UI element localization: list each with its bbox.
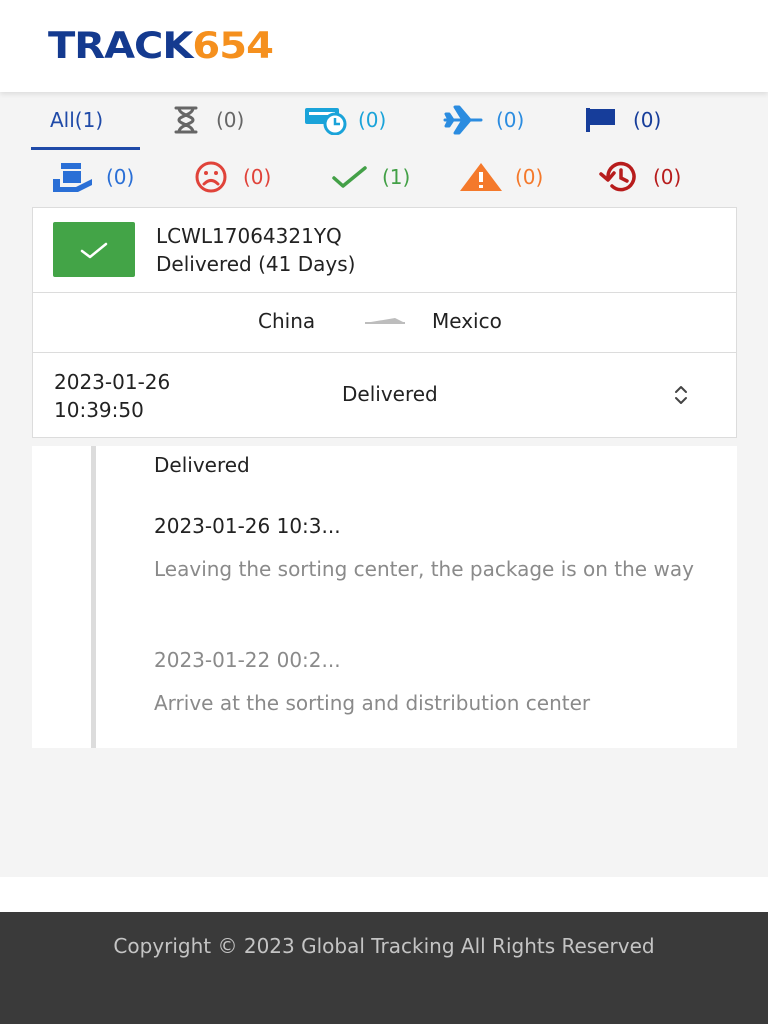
- tab-delivered[interactable]: (1): [330, 154, 410, 200]
- airplane-icon: [443, 105, 483, 135]
- sad-face-icon: [195, 161, 227, 193]
- footer-spacer: [0, 877, 768, 912]
- tracking-timeline[interactable]: Delivered 2023-01-26 10:3... Leaving the…: [32, 446, 737, 748]
- tab-pending[interactable]: (0): [172, 97, 244, 143]
- tab-arrived[interactable]: (0): [585, 97, 661, 143]
- flag-icon: [586, 108, 615, 132]
- tab-undelivered-count: (0): [243, 165, 272, 189]
- timeline-description: Arrive at the sorting and distribution c…: [154, 691, 591, 715]
- latest-event-status: Delivered: [342, 382, 438, 406]
- tab-all[interactable]: All(1): [50, 97, 103, 143]
- hourglass-icon: [174, 106, 198, 134]
- latest-event-time: 10:39:50: [54, 398, 144, 422]
- warning-icon: [460, 163, 502, 191]
- timeline-line: [91, 446, 96, 748]
- tab-in-transit-count: (0): [496, 108, 525, 132]
- history-icon: [599, 161, 636, 192]
- tab-arrived-count: (0): [633, 108, 662, 132]
- tab-pickup-count: (0): [106, 165, 135, 189]
- tab-pending-count: (0): [216, 108, 245, 132]
- delivered-status-badge: [53, 222, 135, 277]
- tab-alert-count: (0): [515, 165, 544, 189]
- check-icon: [332, 166, 367, 188]
- tab-info-received[interactable]: (0): [304, 97, 386, 143]
- check-icon: [80, 242, 108, 258]
- copyright-text: Copyright © 2023 Global Tracking All Rig…: [113, 934, 655, 958]
- tab-alert[interactable]: (0): [459, 154, 543, 200]
- latest-event-date: 2023-01-26: [54, 370, 171, 394]
- timeline-datetime: 2023-01-26 10:3...: [154, 514, 341, 538]
- timeline-status: Delivered: [154, 453, 250, 477]
- tracking-number: LCWL17064321YQ: [156, 224, 342, 248]
- tab-expired-count: (0): [653, 165, 682, 189]
- parcel-hand-icon: [53, 163, 92, 192]
- shipment-summary-card[interactable]: [32, 207, 737, 293]
- timeline-description: Leaving the sorting center, the package …: [154, 557, 694, 581]
- origin-country: China: [258, 309, 316, 333]
- tab-all-label: All(1): [50, 108, 104, 132]
- status-summary: Delivered (41 Days): [156, 252, 356, 276]
- track654-logo[interactable]: TRACK654: [48, 22, 274, 70]
- timeline-datetime: 2023-01-22 00:2...: [154, 648, 341, 672]
- tab-info-received-count: (0): [358, 108, 387, 132]
- tab-pickup[interactable]: (0): [52, 154, 134, 200]
- site-footer: Copyright © 2023 Global Tracking All Rig…: [0, 912, 768, 1024]
- active-tab-indicator: [31, 147, 140, 150]
- tab-delivered-count: (1): [382, 165, 411, 189]
- truck-clock-icon: [305, 108, 347, 135]
- route-arrow-icon: [365, 318, 405, 324]
- latest-event-datetime: 2023-01-26 10:39:50: [54, 368, 170, 424]
- tab-in-transit[interactable]: (0): [443, 97, 524, 143]
- expand-collapse-icon[interactable]: [672, 384, 690, 406]
- site-header: TRACK654: [0, 0, 768, 92]
- tab-expired[interactable]: (0): [598, 154, 681, 200]
- tab-undelivered[interactable]: (0): [190, 154, 271, 200]
- destination-country: Mexico: [432, 309, 502, 333]
